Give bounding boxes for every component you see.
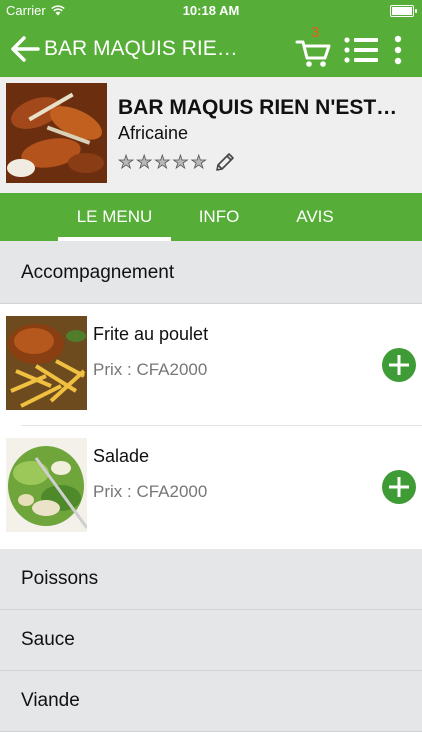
star-icon: ★ <box>154 152 171 172</box>
back-arrow-icon[interactable] <box>8 34 42 64</box>
tab-avis[interactable]: AVIS <box>272 207 358 227</box>
category-label: Poissons <box>21 568 99 589</box>
restaurant-photo <box>6 83 107 183</box>
tab-menu[interactable]: LE MENU <box>58 207 171 227</box>
status-bar: Carrier 10:18 AM <box>0 0 422 22</box>
more-options-icon[interactable] <box>390 34 406 66</box>
nav-title: BAR MAQUIS RIE… <box>44 37 238 60</box>
category-row[interactable]: Sauce <box>0 610 422 671</box>
tab-info[interactable]: INFO <box>176 207 262 227</box>
tab-bar: LE MENU INFO AVIS <box>0 193 422 241</box>
category-label: Viande <box>21 690 80 711</box>
restaurant-name: BAR MAQUIS RIEN N'EST… <box>118 96 398 119</box>
menu-item: Frite au poulet Prix : CFA2000 <box>0 304 422 426</box>
cart-icon[interactable] <box>295 36 333 70</box>
star-icon: ★ <box>172 152 189 172</box>
category-row[interactable]: Poissons <box>0 549 422 610</box>
item-photo <box>6 438 87 532</box>
add-to-cart-button[interactable] <box>382 470 416 504</box>
battery-icon <box>390 5 417 17</box>
rating-stars: ★ ★ ★ ★ ★ <box>118 150 237 174</box>
pencil-icon[interactable] <box>213 150 237 174</box>
star-icon: ★ <box>136 152 153 172</box>
list-icon[interactable] <box>343 34 379 66</box>
item-price: Prix : CFA2000 <box>93 360 208 379</box>
item-name: Salade <box>93 446 150 466</box>
star-icon: ★ <box>190 152 207 172</box>
category-label: Sauce <box>21 629 75 650</box>
category-row[interactable]: Viande <box>0 671 422 732</box>
category-row[interactable]: Accompagnement <box>0 241 422 304</box>
star-icon: ★ <box>118 152 135 172</box>
add-to-cart-button[interactable] <box>382 348 416 382</box>
cart-count-badge: 3 <box>311 24 320 41</box>
restaurant-cuisine: Africaine <box>118 123 189 143</box>
menu-item: Salade Prix : CFA2000 <box>0 426 422 548</box>
nav-bar: BAR MAQUIS RIE… 3 <box>0 22 422 77</box>
item-name: Frite au poulet <box>93 324 209 344</box>
category-label: Accompagnement <box>21 262 175 283</box>
item-price: Prix : CFA2000 <box>93 482 208 501</box>
restaurant-header: BAR MAQUIS RIEN N'EST… Africaine ★ ★ ★ ★… <box>0 77 422 193</box>
status-time: 10:18 AM <box>182 3 240 18</box>
item-photo <box>6 316 87 410</box>
